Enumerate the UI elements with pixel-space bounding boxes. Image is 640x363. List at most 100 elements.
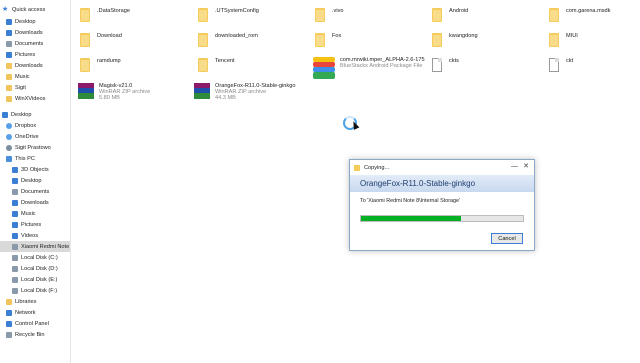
- file-item[interactable]: .vivo: [313, 8, 344, 22]
- nav-item-pc-music[interactable]: Music: [12, 208, 36, 219]
- file-name: Tencent: [215, 58, 235, 64]
- drive-icon: [12, 254, 18, 261]
- file-item[interactable]: OrangeFox-R11.0-Stable-ginkgo WinRAR ZIP…: [194, 83, 295, 101]
- folder-icon: [354, 164, 360, 171]
- nav-item-3d-objects[interactable]: 3D Objects: [12, 164, 49, 175]
- nav-label: This PC: [15, 155, 35, 162]
- nav-item-pc-pictures[interactable]: Pictures: [12, 219, 41, 230]
- nav-label: Sigit: [15, 84, 26, 91]
- nav-item-pc-desktop[interactable]: Desktop: [12, 175, 42, 186]
- nav-label: Music: [21, 210, 36, 217]
- file-name: Android: [449, 8, 469, 14]
- winrar-archive-icon: [78, 83, 94, 99]
- file-item[interactable]: Tencent: [196, 58, 235, 72]
- folder-icon: [547, 8, 561, 22]
- nav-quick-access[interactable]: ★ Quick access: [2, 4, 45, 15]
- folder-icon: [6, 73, 12, 80]
- dialog-titlebar[interactable]: Copying... — ✕: [350, 160, 534, 175]
- nav-label: Downloads: [15, 29, 43, 36]
- nav-label: Dropbox: [15, 122, 37, 129]
- file-item[interactable]: ckt: [547, 58, 573, 72]
- document-icon: [12, 188, 18, 195]
- nav-item-disk-c[interactable]: Local Disk (C:): [12, 252, 58, 263]
- network-icon: [6, 309, 12, 316]
- download-icon: [12, 199, 18, 206]
- winrar-archive-icon: [194, 83, 210, 99]
- folder-icon: [6, 95, 12, 102]
- nav-item-libraries[interactable]: Libraries: [6, 296, 36, 307]
- nav-item-network[interactable]: Network: [6, 307, 36, 318]
- file-size: 44.3 MB: [215, 95, 236, 101]
- nav-item-pc-downloads[interactable]: Downloads: [12, 197, 49, 208]
- nav-item-sigit[interactable]: Sigit: [6, 82, 26, 93]
- nav-item-disk-f[interactable]: Local Disk (F:): [12, 285, 57, 296]
- nav-item-desktop[interactable]: Desktop: [6, 16, 36, 27]
- copying-filename: OrangeFox-R11.0-Stable-ginkgo: [360, 179, 476, 188]
- nav-label: Pictures: [15, 51, 36, 58]
- file-item[interactable]: downloaded_rom: [196, 33, 258, 47]
- nav-item-pictures[interactable]: Pictures: [6, 49, 35, 60]
- nav-item-user[interactable]: Sigit Prastowo: [6, 142, 51, 153]
- file-item[interactable]: Download: [78, 33, 122, 47]
- file-name: .DataStorage: [97, 8, 130, 14]
- control-panel-icon: [6, 320, 12, 327]
- nav-item-control-panel[interactable]: Control Panel: [6, 318, 49, 329]
- file-item[interactable]: .DataStorage: [78, 8, 130, 22]
- progress-bar-fill: [361, 216, 462, 221]
- nav-item-recycle-bin[interactable]: Recycle Bin: [6, 329, 45, 340]
- file-size: 5.80 MB: [99, 95, 120, 101]
- user-icon: [6, 144, 12, 151]
- minimize-icon[interactable]: —: [511, 163, 518, 171]
- nav-item-downloads[interactable]: Downloads: [6, 27, 43, 38]
- file-item[interactable]: com.mrwiki.mper_ALPHA-2.6-175 BlueStacks…: [313, 57, 425, 79]
- nav-item-music-folder[interactable]: Music: [6, 71, 30, 82]
- cloud-icon: [6, 133, 12, 140]
- nav-item-downloads-folder[interactable]: Downloads: [6, 60, 43, 71]
- nav-label: Recycle Bin: [15, 331, 45, 338]
- nav-label: Xiaomi Redmi Note: [21, 243, 70, 250]
- desktop-icon: [12, 177, 18, 184]
- nav-label: Documents: [15, 40, 44, 47]
- file-item[interactable]: MIUI: [547, 33, 578, 47]
- music-icon: [12, 210, 18, 217]
- navigation-pane: ★ Quick access Desktop Downloads Documen…: [0, 0, 71, 363]
- nav-item-disk-e[interactable]: Local Disk (E:): [12, 274, 57, 285]
- nav-item-xiaomi-device[interactable]: Xiaomi Redmi Note: [0, 241, 70, 252]
- drive-icon: [12, 287, 18, 294]
- cancel-button[interactable]: Cancel: [491, 233, 523, 244]
- folder-icon: [313, 8, 327, 22]
- bluestacks-icon: [313, 57, 335, 79]
- file-item[interactable]: .UTSystemConfig: [196, 8, 259, 22]
- nav-item-this-pc[interactable]: This PC: [6, 153, 35, 164]
- file-item[interactable]: ckts: [430, 58, 459, 72]
- nav-label: Pictures: [21, 221, 42, 228]
- nav-item-desktop-root[interactable]: Desktop: [2, 109, 32, 120]
- file-item[interactable]: Android: [430, 8, 468, 22]
- close-icon[interactable]: ✕: [523, 163, 529, 171]
- folder-icon: [313, 33, 327, 47]
- file-name: Download: [97, 33, 122, 39]
- nav-item-disk-d[interactable]: Local Disk (D:): [12, 263, 58, 274]
- nav-item-documents[interactable]: Documents: [6, 38, 43, 49]
- file-item[interactable]: Fox: [313, 33, 341, 47]
- folder-icon: [430, 33, 444, 47]
- nav-label: Desktop: [11, 111, 32, 118]
- desktop-icon: [2, 111, 8, 118]
- file-name: Fox: [332, 33, 342, 39]
- nav-item-dropbox[interactable]: Dropbox: [6, 120, 36, 131]
- file-item[interactable]: ramdump: [78, 58, 121, 72]
- nav-item-onedrive[interactable]: OneDrive: [6, 131, 39, 142]
- recycle-bin-icon: [6, 331, 12, 338]
- nav-item-winxvideos[interactable]: WinXVideos: [6, 93, 45, 104]
- file-name: kwangdong: [449, 33, 478, 39]
- nav-label: Documents: [21, 188, 50, 195]
- folder-icon: [78, 58, 92, 72]
- copy-progress-dialog: Copying... — ✕ OrangeFox-R11.0-Stable-gi…: [349, 159, 535, 251]
- drive-icon: [12, 265, 18, 272]
- folder-icon: [430, 8, 444, 22]
- file-item[interactable]: Magisk-v21.0 WinRAR ZIP archive 5.80 MB: [78, 83, 150, 101]
- nav-item-pc-videos[interactable]: Videos: [12, 230, 38, 241]
- nav-item-pc-documents[interactable]: Documents: [12, 186, 49, 197]
- file-item[interactable]: com.garena.msdk: [547, 8, 610, 22]
- file-item[interactable]: kwangdong: [430, 33, 478, 47]
